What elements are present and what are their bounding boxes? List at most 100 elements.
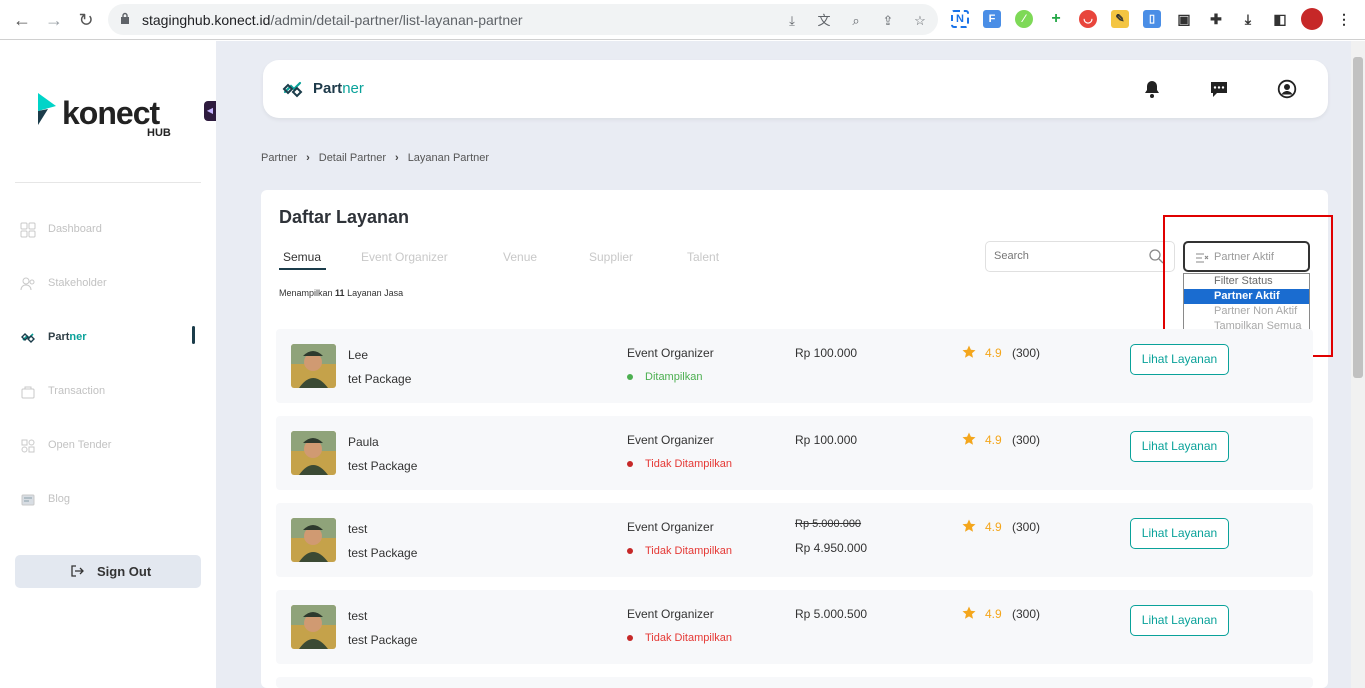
result-count: Menampilkan 11 Layanan Jasa bbox=[279, 288, 403, 298]
back-arrow-icon[interactable]: ← bbox=[10, 8, 34, 32]
dashboard-icon bbox=[20, 222, 36, 238]
title-part-a: Part bbox=[313, 80, 343, 97]
count-prefix: Menampilkan bbox=[279, 288, 333, 298]
review-count: (300) bbox=[1012, 520, 1041, 534]
view-service-button[interactable]: Lihat Layanan bbox=[1130, 518, 1229, 549]
reload-icon[interactable]: ↻ bbox=[74, 8, 98, 32]
zoom-icon[interactable]: ⌕ bbox=[848, 13, 864, 29]
extension-plus-icon[interactable]: + bbox=[1047, 10, 1065, 28]
star-icon bbox=[962, 345, 976, 358]
open-tender-icon bbox=[21, 439, 35, 453]
service-category: Event Organizer bbox=[627, 346, 714, 360]
package-name: test Package bbox=[348, 546, 418, 560]
view-service-button[interactable]: Lihat Layanan bbox=[1130, 431, 1229, 462]
star-icon bbox=[962, 606, 976, 619]
title-part-b: ner bbox=[342, 80, 364, 97]
breadcrumb-item-detail-partner[interactable]: Detail Partner bbox=[319, 152, 386, 164]
package-name: tet Package bbox=[348, 372, 412, 386]
extension-doc-icon[interactable]: ▯ bbox=[1143, 10, 1161, 28]
picture-in-picture-icon[interactable]: ▣ bbox=[1175, 10, 1193, 28]
sign-out-label: Sign Out bbox=[97, 564, 152, 579]
partner-logo-icon bbox=[282, 81, 303, 98]
scrollbar-thumb[interactable] bbox=[1353, 57, 1363, 378]
chevron-right-icon: › bbox=[306, 152, 310, 164]
partner-name: Paula bbox=[348, 435, 379, 449]
active-indicator bbox=[192, 326, 195, 344]
service-category: Event Organizer bbox=[627, 433, 714, 447]
avatar bbox=[291, 605, 336, 649]
sidebar-item-partner[interactable]: Partner bbox=[20, 326, 200, 350]
star-icon bbox=[962, 519, 976, 532]
browser-menu-icon[interactable]: ⋮ bbox=[1335, 10, 1353, 28]
konect-hub-logo[interactable]: konect HUB bbox=[36, 93, 186, 143]
view-service-button[interactable]: Lihat Layanan bbox=[1130, 605, 1229, 636]
extensions-puzzle-icon[interactable]: ✚ bbox=[1207, 10, 1225, 28]
sidebar-item-label: Dashboard bbox=[48, 223, 102, 235]
status-label: Tidak Ditampilkan bbox=[645, 545, 733, 557]
status-dot bbox=[627, 374, 633, 381]
tab-talent[interactable]: Talent bbox=[687, 250, 719, 264]
avatar bbox=[291, 518, 336, 562]
translate-icon[interactable]: 文 bbox=[816, 13, 832, 29]
partner-name: Lee bbox=[348, 348, 369, 362]
price: Rp 100.000 bbox=[795, 433, 858, 447]
status-dot bbox=[627, 548, 633, 555]
sidebar-item-blog[interactable]: Blog bbox=[20, 488, 200, 512]
sidebar-item-label: Partner bbox=[48, 331, 87, 343]
price: Rp 100.000 bbox=[795, 346, 858, 360]
chat-icon[interactable] bbox=[1209, 79, 1229, 99]
bookmark-star-icon[interactable]: ☆ bbox=[912, 13, 928, 29]
partner-name: test bbox=[348, 609, 368, 623]
partner-icon bbox=[21, 333, 35, 343]
user-profile-icon[interactable] bbox=[1277, 79, 1297, 99]
breadcrumb: Partner › Detail Partner › Layanan Partner bbox=[261, 152, 489, 164]
sign-out-button[interactable]: Sign Out bbox=[15, 555, 201, 588]
price: Rp 5.000.500 bbox=[795, 607, 868, 621]
discounted-price: Rp 4.950.000 bbox=[795, 541, 868, 555]
star-icon bbox=[962, 432, 976, 445]
sidebar-item-dashboard[interactable]: Dashboard bbox=[20, 218, 200, 242]
extension-leaf-icon[interactable]: ⁄ bbox=[1015, 10, 1033, 28]
extension-fox-icon[interactable]: ◡ bbox=[1079, 10, 1097, 28]
tab-supplier[interactable]: Supplier bbox=[589, 250, 633, 264]
search-placeholder: Search bbox=[994, 250, 1029, 262]
profile-avatar[interactable] bbox=[1301, 8, 1323, 30]
package-name: test Package bbox=[348, 459, 418, 473]
card-title: Daftar Layanan bbox=[279, 207, 410, 227]
search-icon[interactable] bbox=[1148, 248, 1164, 264]
partner-name: test bbox=[348, 522, 368, 536]
breadcrumb-item-partner[interactable]: Partner bbox=[261, 152, 297, 164]
collapse-sidebar-button[interactable]: ◀ bbox=[204, 101, 216, 121]
logo-mark-icon bbox=[38, 93, 56, 125]
forward-arrow-icon[interactable]: → bbox=[42, 8, 66, 32]
status-badge: Ditampilkan bbox=[627, 371, 702, 383]
bell-icon[interactable] bbox=[1142, 79, 1162, 99]
address-bar[interactable]: staginghub.konect.id/admin/detail-partne… bbox=[108, 4, 938, 35]
extension-f-icon[interactable]: F bbox=[983, 10, 1001, 28]
lock-icon bbox=[121, 12, 129, 24]
tab-venue[interactable]: Venue bbox=[503, 250, 537, 264]
sign-out-icon bbox=[71, 565, 84, 577]
extension-n-icon[interactable]: N bbox=[951, 10, 969, 28]
sidebar-item-open-tender[interactable]: Open Tender bbox=[20, 434, 200, 458]
share-icon[interactable]: ⇪ bbox=[880, 13, 896, 29]
install-icon[interactable]: ⤓ bbox=[784, 13, 800, 29]
status-dot bbox=[627, 635, 633, 642]
status-label: Tidak Ditampilkan bbox=[645, 458, 733, 470]
side-panel-icon[interactable]: ◧ bbox=[1271, 10, 1289, 28]
download-icon[interactable]: ⤓ bbox=[1239, 10, 1257, 28]
status-dot bbox=[627, 461, 633, 468]
breadcrumb-item-layanan-partner: Layanan Partner bbox=[407, 152, 490, 164]
view-service-button[interactable]: Lihat Layanan bbox=[1130, 344, 1229, 375]
logo-sub: HUB bbox=[147, 127, 171, 139]
tab-event-organizer[interactable]: Event Organizer bbox=[361, 250, 448, 264]
transaction-icon bbox=[21, 386, 35, 399]
extension-note-icon[interactable]: ✎ bbox=[1111, 10, 1129, 28]
status-badge: Tidak Ditampilkan bbox=[627, 458, 732, 470]
tab-semua[interactable]: Semua bbox=[283, 250, 321, 264]
chevron-right-icon: › bbox=[395, 152, 399, 164]
url-host: staginghub.konect.id bbox=[142, 12, 271, 28]
sidebar-item-transaction[interactable]: Transaction bbox=[20, 380, 200, 404]
sidebar-item-stakeholder[interactable]: Stakeholder bbox=[20, 272, 200, 296]
search-input[interactable]: Search bbox=[985, 241, 1175, 272]
